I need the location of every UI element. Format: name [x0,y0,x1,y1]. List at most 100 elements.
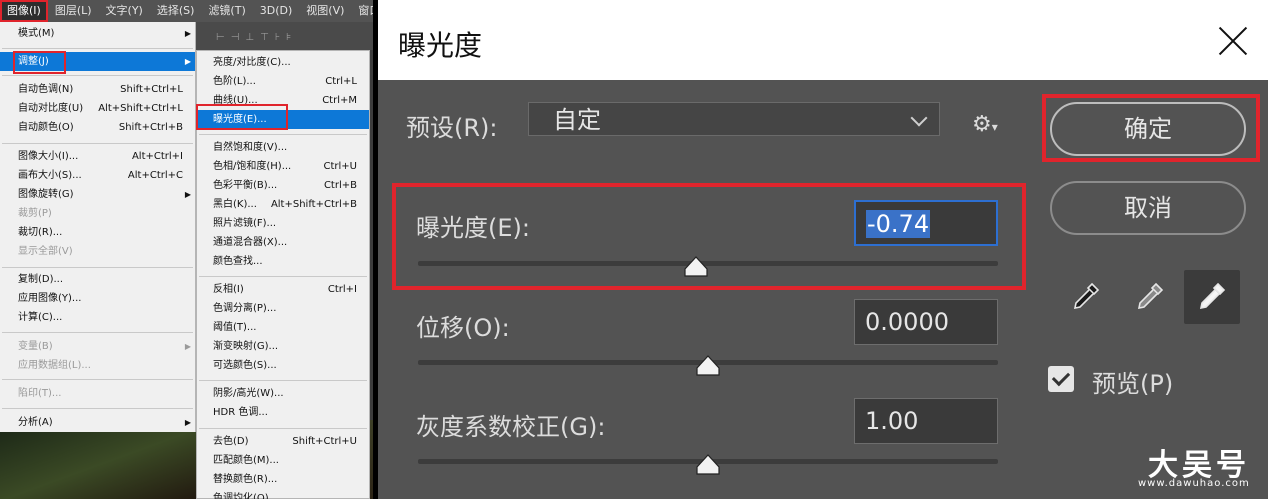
menu-item[interactable]: 自动对比度(U) Alt+Shift+Ctrl+L [0,99,195,118]
image-menu: 模式(M) ▶ 调整(J) ▶ 自动色调(N) Shift+Ctrl+L 自动对比度(U) A… [0,22,196,432]
menubar-item[interactable]: 图像(I) [0,0,48,22]
menu-item-label: 曝光度(E)... [213,114,267,125]
menu-item[interactable]: 自然饱和度(V)... [197,138,369,157]
menu-item[interactable]: 色阶(L)... Ctrl+L [197,72,369,91]
menubar-item[interactable]: 选择(S) [150,0,202,22]
menubar-item[interactable]: 图层(L) [48,0,99,22]
menu-item[interactable]: 渐变映射(G)... [197,337,369,356]
menu-item[interactable]: 应用数据组(L)... [0,356,195,375]
menubar-item[interactable]: 视图(V) [299,0,351,22]
menu-item-label: 阴影/高光(W)... [213,388,284,399]
menu-item[interactable]: 复制(D)... [0,270,195,289]
options-bar: ⊢⊣⊥⊤⊦⊧ [196,22,373,50]
menu-item[interactable]: 通道混合器(X)... [197,233,369,252]
menu-item[interactable]: 画布大小(S)... Alt+Ctrl+C [0,166,195,185]
menu-item-label: 亮度/对比度(C)... [213,57,291,68]
menu-item[interactable]: 色调分离(P)... [197,299,369,318]
menu-item[interactable]: 图像大小(I)... Alt+Ctrl+I [0,147,195,166]
menu-item-shortcut: Alt+Shift+Ctrl+B [270,199,357,210]
menu-item-shortcut: Alt+Ctrl+I [131,151,183,162]
menu-item[interactable]: HDR 色调... [197,403,369,422]
menu-item[interactable]: 去色(D) Shift+Ctrl+U [197,432,369,451]
menu-bar: 图像(I)图层(L)文字(Y)选择(S)滤镜(T)3D(D)视图(V)窗口( [0,0,373,22]
menu-item-label: 应用图像(Y)... [18,293,82,304]
menu-item[interactable]: 裁剪(P) [0,204,195,223]
menu-item[interactable]: 照片滤镜(F)... [197,214,369,233]
menu-item[interactable]: 阴影/高光(W)... [197,384,369,403]
menu-item[interactable]: 阈值(T)... [197,318,369,337]
close-icon[interactable] [1218,26,1248,56]
menu-item-label: 黑白(K)... [213,199,257,210]
gamma-input[interactable]: 1.00 [854,398,998,444]
exposure-label: 曝光度(E): [416,214,530,242]
submenu-arrow-icon: ▶ [184,342,191,351]
menu-item-label: 分析(A) [18,417,53,428]
menu-item[interactable]: 裁切(R)... [0,223,195,242]
menu-item-label: 陷印(T)... [18,388,62,399]
menu-item[interactable]: 计算(C)... [0,308,195,327]
menu-item[interactable]: 黑白(K)... Alt+Shift+Ctrl+B [197,195,369,214]
menu-item-label: 匹配颜色(M)... [213,455,279,466]
menubar-item[interactable]: 3D(D) [253,0,300,22]
menu-item-label: 自动色调(N) [18,84,74,95]
menu-item[interactable]: 可选颜色(S)... [197,356,369,375]
menu-item-label: 反相(I) [213,284,244,295]
menu-item-label: 显示全部(V) [18,246,73,257]
preset-label: 预设(R): [406,114,498,142]
menu-item-label: 渐变映射(G)... [213,341,279,352]
menu-item-label: 色阶(L)... [213,76,256,87]
menu-item[interactable]: 曲线(U)... Ctrl+M [197,91,369,110]
menu-item-label: 复制(D)... [18,274,64,285]
menu-item-label: 自动对比度(U) [18,103,84,114]
menu-item[interactable]: 显示全部(V) [0,242,195,261]
menu-item[interactable]: 亮度/对比度(C)... [197,53,369,72]
menu-item-label: 变量(B) [18,341,53,352]
menu-item[interactable]: 色调均化(Q) [197,489,369,499]
menu-item[interactable]: 陷印(T)... [0,384,195,403]
menubar-item[interactable]: 文字(Y) [99,0,150,22]
black-eyedropper-icon[interactable] [1058,270,1114,324]
menu-item-label: 照片滤镜(F)... [213,218,277,229]
menu-separator [2,75,193,76]
menu-item[interactable]: 反相(I) Ctrl+I [197,280,369,299]
menu-item-shortcut: Alt+Ctrl+C [127,170,183,181]
adjustments-submenu: 亮度/对比度(C)... 色阶(L)... Ctrl+L 曲线(U)... Ctrl+M… [196,50,370,499]
offset-input[interactable]: 0.0000 [854,299,998,345]
menu-item-label: 替换颜色(R)... [213,474,278,485]
menu-item-label: 裁剪(P) [18,208,52,219]
menu-item[interactable]: 图像旋转(G) ▶ [0,185,195,204]
dialog-title: 曝光度 [398,29,483,62]
white-eyedropper-icon[interactable] [1184,270,1240,324]
menu-item[interactable]: 模式(M) ▶ [0,24,195,43]
cancel-button[interactable]: 取消 [1050,181,1246,235]
chevron-down-icon [910,109,928,127]
menu-item[interactable]: 应用图像(Y)... [0,289,195,308]
menubar-item[interactable]: 窗口( [351,0,373,22]
menu-item[interactable]: 颜色查找... [197,252,369,271]
preset-select[interactable]: 自定 [528,102,940,136]
menu-item[interactable]: 替换颜色(R)... [197,470,369,489]
gear-icon[interactable]: ⚙▾ [972,112,998,138]
menu-item[interactable]: 匹配颜色(M)... [197,451,369,470]
menu-item-shortcut: Ctrl+U [323,161,358,172]
photoshop-menu-area: 图像(I)图层(L)文字(Y)选择(S)滤镜(T)3D(D)视图(V)窗口( ⊢… [0,0,373,499]
menu-separator [2,48,193,49]
menu-item[interactable]: 色彩平衡(B)... Ctrl+B [197,176,369,195]
exposure-input[interactable]: -0.74 [854,200,998,246]
menu-item[interactable]: 调整(J) ▶ [0,52,195,71]
menu-item[interactable]: 自动颜色(O) Shift+Ctrl+B [0,118,195,137]
menu-separator [2,267,193,268]
menu-item[interactable]: 曝光度(E)... [197,110,369,129]
exposure-dialog: 曝光度 预设(R): 自定 ⚙▾ 曝光度(E): -0.74 位移(O): 0.… [378,0,1268,499]
menu-item-shortcut: Ctrl+L [325,76,357,87]
menu-item[interactable]: 自动色调(N) Shift+Ctrl+L [0,80,195,99]
preview-checkbox[interactable] [1048,366,1074,392]
menu-item[interactable]: 分析(A) ▶ [0,413,195,432]
menu-item[interactable]: 变量(B) ▶ [0,337,195,356]
menu-item-label: 自动颜色(O) [18,122,74,133]
ok-button[interactable]: 确定 [1050,102,1246,156]
dialog-titlebar: 曝光度 [378,0,1268,80]
gray-eyedropper-icon[interactable] [1122,270,1178,324]
menu-item[interactable]: 色相/饱和度(H)... Ctrl+U [197,157,369,176]
menubar-item[interactable]: 滤镜(T) [201,0,252,22]
